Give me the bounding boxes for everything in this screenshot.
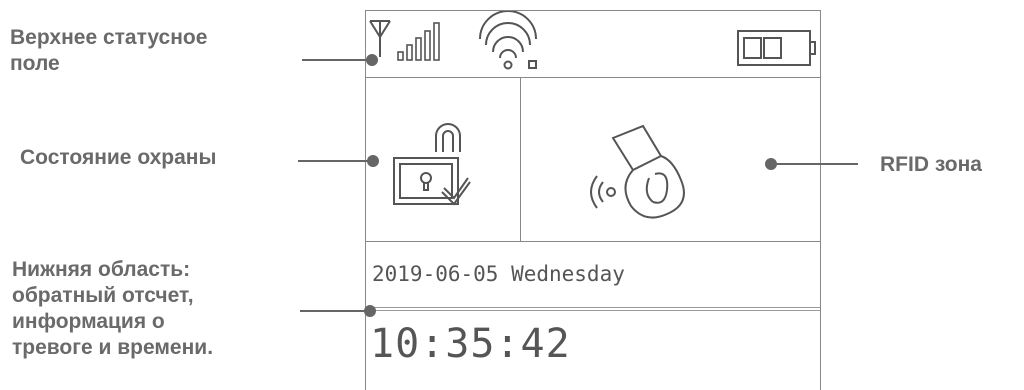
- leader-rfid-dot: [765, 158, 777, 170]
- leader-lines: [298, 54, 858, 317]
- leader-guard-dot: [367, 155, 379, 167]
- leader-bottom-dot: [364, 305, 376, 317]
- leader-status-dot: [366, 54, 378, 66]
